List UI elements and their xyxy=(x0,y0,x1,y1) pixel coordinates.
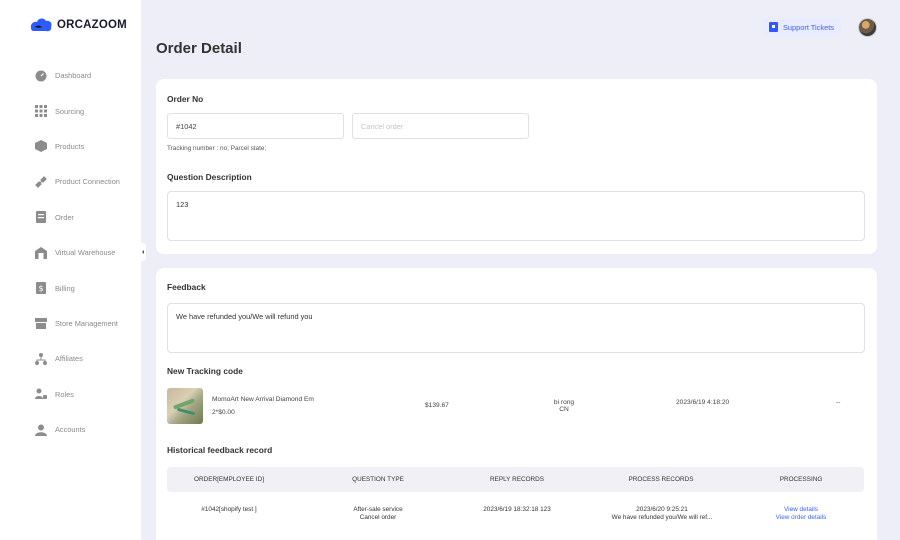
sidebar-item-label: Virtual Warehouse xyxy=(55,248,116,258)
feedback-textarea[interactable]: We have refunded you/We will refund you xyxy=(167,303,865,353)
sidebar-item-label: Product Connection xyxy=(55,177,120,187)
sidebar-item-label: Accounts xyxy=(55,425,86,435)
warehouse-icon xyxy=(35,246,47,259)
column-header: REPLY RECORDS xyxy=(489,476,545,483)
row-order: #1042[shopify test ] xyxy=(201,506,257,513)
sidebar-item-products[interactable]: Products xyxy=(0,129,141,164)
box-icon xyxy=(35,140,47,153)
support-tickets-button[interactable]: Support Tickets xyxy=(764,18,841,36)
cancel-order-field[interactable]: Cancel order xyxy=(352,113,529,139)
sidebar-item-label: Roles xyxy=(55,389,74,399)
sidebar-nav: Dashboard Sourcing Products Product Conn… xyxy=(0,58,141,447)
sidebar-item-roles[interactable]: Roles xyxy=(0,377,141,412)
sidebar-item-label: Dashboard xyxy=(55,71,92,81)
question-type-line: After-sale service xyxy=(353,506,403,513)
store-icon xyxy=(35,317,47,330)
view-details-link[interactable]: View details xyxy=(737,506,865,514)
roles-icon xyxy=(35,388,47,400)
column-header: ORDER[EMPLOYEE ID] xyxy=(194,476,264,483)
row-process: 2023/6/20 9:25:21 We have refunded you/W… xyxy=(584,506,740,522)
product-name: MomoArt New Arrival Diamond Em xyxy=(212,396,314,403)
sidebar-item-label: Products xyxy=(55,141,85,151)
row-question-type: After-sale service Cancel order xyxy=(313,506,443,522)
question-description-textarea[interactable]: 123 xyxy=(167,191,865,241)
sidebar-item-product-connection[interactable]: Product Connection xyxy=(0,164,141,199)
tracking-extra: -- xyxy=(836,399,841,406)
brand-name-part2: ZOOM xyxy=(91,19,127,31)
view-order-details-link[interactable]: View order details xyxy=(737,514,865,522)
tracking-info: Tracking number : no; Parcel state; xyxy=(167,145,267,152)
product-total: $139.67 xyxy=(425,402,449,409)
tracking-datetime: 2023/6/19 4:18:20 xyxy=(676,399,730,406)
order-info-card: Order No #1042 Cancel order Tracking num… xyxy=(156,79,877,254)
sidebar-item-order[interactable]: Order xyxy=(0,200,141,235)
orca-logo-icon xyxy=(30,18,52,32)
recipient-country: CN xyxy=(559,406,569,413)
question-type-line: Cancel order xyxy=(359,514,397,521)
column-header: PROCESS RECORDS xyxy=(628,476,694,483)
sidebar-item-accounts[interactable]: Accounts xyxy=(0,412,141,447)
product-quantity-price: 2*$0.00 xyxy=(212,409,235,416)
sidebar-item-label: Sourcing xyxy=(55,106,85,116)
order-no-field[interactable]: #1042 xyxy=(167,113,344,139)
column-header: PROCESSING xyxy=(779,476,823,483)
sidebar: ORCAZOOM Dashboard Sourcing Products Pro… xyxy=(0,0,141,540)
feedback-card: Feedback We have refunded you/We will re… xyxy=(156,268,877,540)
page-title: Order Detail xyxy=(156,40,242,57)
process-text: We have refunded you/We will ref... xyxy=(611,514,713,521)
recipient-info: bi rong CN xyxy=(544,399,584,413)
link-icon xyxy=(35,176,47,188)
billing-icon: $ xyxy=(35,282,47,295)
question-description-title: Question Description xyxy=(167,172,252,182)
brand-name: ORCAZOOM xyxy=(57,19,127,31)
dashboard-icon xyxy=(35,70,47,82)
svg-text:$: $ xyxy=(38,284,43,293)
sidebar-item-label: Billing xyxy=(55,283,75,293)
sidebar-item-billing[interactable]: $ Billing xyxy=(0,270,141,305)
sidebar-collapse-handle[interactable] xyxy=(140,243,146,261)
history-table-header: ORDER[EMPLOYEE ID] QUESTION TYPE REPLY R… xyxy=(167,467,864,492)
column-header: QUESTION TYPE xyxy=(352,476,404,483)
ticket-icon xyxy=(769,22,778,32)
sidebar-item-label: Order xyxy=(55,212,74,222)
product-image xyxy=(167,388,203,424)
brand-logo[interactable]: ORCAZOOM xyxy=(28,16,127,34)
sidebar-item-virtual-warehouse[interactable]: Virtual Warehouse xyxy=(0,235,141,270)
brand-name-part1: ORCA xyxy=(57,19,92,31)
recipient-name: bi rong xyxy=(553,399,575,406)
sidebar-item-label: Affiliates xyxy=(55,354,83,364)
process-date: 2023/6/20 9:25:21 xyxy=(636,506,688,513)
account-icon xyxy=(35,424,47,436)
grid-icon xyxy=(35,105,47,118)
feedback-title: Feedback xyxy=(167,282,206,292)
support-tickets-label: Support Tickets xyxy=(783,22,834,32)
order-icon xyxy=(35,211,47,224)
row-processing: View details View order details xyxy=(737,506,865,522)
historical-feedback-title: Historical feedback record xyxy=(167,445,273,455)
avatar[interactable] xyxy=(858,18,877,37)
affiliates-icon xyxy=(35,352,47,365)
order-no-title: Order No xyxy=(167,94,204,104)
new-tracking-code-title: New Tracking code xyxy=(167,366,243,376)
sidebar-item-label: Store Management xyxy=(55,318,118,328)
sidebar-item-dashboard[interactable]: Dashboard xyxy=(0,58,141,93)
sidebar-item-store-management[interactable]: Store Management xyxy=(0,306,141,341)
row-reply: 2023/6/19 18:32:18 123 xyxy=(483,506,551,513)
sidebar-item-affiliates[interactable]: Affiliates xyxy=(0,341,141,376)
sidebar-item-sourcing[interactable]: Sourcing xyxy=(0,93,141,128)
